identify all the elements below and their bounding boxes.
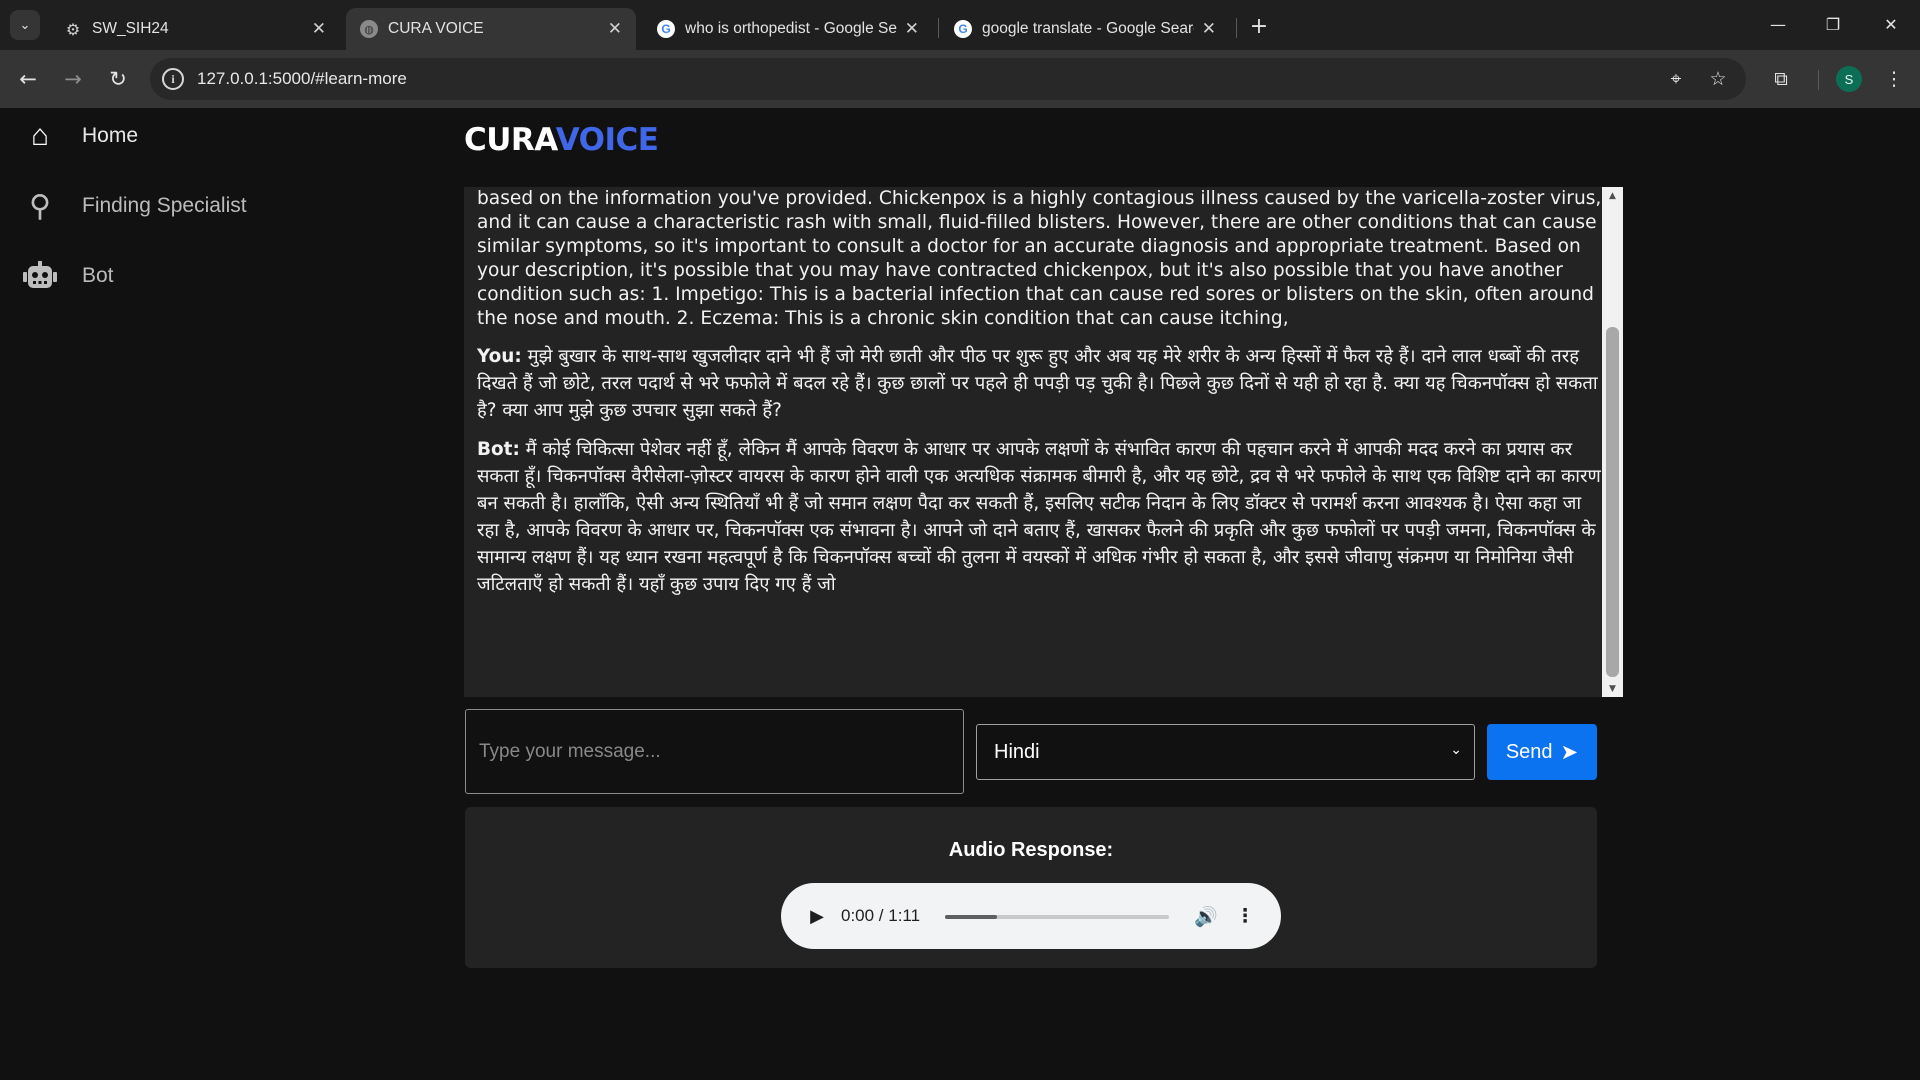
paper-plane-icon: ➤ <box>1560 740 1579 764</box>
volume-icon[interactable]: 🔊 <box>1192 902 1220 930</box>
minimize-icon: — <box>1770 14 1786 34</box>
sidebar-item-label: Finding Specialist <box>82 194 247 217</box>
minimize-button[interactable]: — <box>1755 8 1801 40</box>
address-bar[interactable]: i 127.0.0.1:5000/#learn-more ⌖ ☆ <box>150 58 1746 100</box>
message-speaker: You: <box>477 346 522 367</box>
sidebar-item-label: Bot <box>82 264 114 287</box>
brand-part-cura: CURA <box>464 122 556 158</box>
home-icon: ⌂ <box>30 119 50 152</box>
restore-button[interactable]: ❐ <box>1810 8 1856 40</box>
message-text: मैं कोई चिकित्सा पेशेवर नहीं हूँ, लेकिन … <box>477 439 1601 595</box>
search-icon: ⚲ <box>29 189 51 223</box>
close-icon[interactable]: ✕ <box>905 19 919 39</box>
sidebar-item-home[interactable]: ⌂ Home <box>22 118 138 154</box>
globe-icon: ◍ <box>360 20 378 38</box>
sidebar: ⌂ Home ⚲ Finding Specialist Bot <box>0 108 300 1080</box>
profile-avatar[interactable]: S <box>1836 66 1862 92</box>
chat-scrollbar[interactable]: ▲ ▼ <box>1602 187 1623 697</box>
page: ⌂ Home ⚲ Finding Specialist Bot CURAVOIC… <box>0 108 1920 1080</box>
selected-language: Hindi <box>994 740 1040 763</box>
location-pin-icon[interactable]: ⌖ <box>1664 67 1688 91</box>
restore-icon: ❐ <box>1825 14 1841 34</box>
new-tab-button[interactable]: + <box>1245 12 1273 40</box>
back-button[interactable]: ← <box>12 63 44 95</box>
message-text: based on the information you've provided… <box>477 188 1602 329</box>
reload-icon: ↻ <box>109 67 127 91</box>
scroll-down-arrow-icon[interactable]: ▼ <box>1602 680 1623 697</box>
message-text: मुझे बुखार के साथ-साथ खुजलीदार दाने भी ह… <box>477 346 1598 421</box>
toolbar-divider <box>1818 70 1819 90</box>
scrollbar-thumb[interactable] <box>1606 327 1619 677</box>
close-icon[interactable]: ✕ <box>1202 19 1216 39</box>
star-icon[interactable]: ☆ <box>1706 67 1730 91</box>
chat-history[interactable]: based on the information you've provided… <box>464 187 1623 697</box>
audio-progress-bar[interactable] <box>945 915 1169 919</box>
google-icon: G <box>954 20 972 38</box>
gear-icon: ⚙ <box>65 19 81 39</box>
chat-message-user: You: मुझे बुखार के साथ-साथ खुजलीदार दाने… <box>477 343 1602 424</box>
chat-message-bot: based on the information you've provided… <box>477 187 1602 331</box>
scroll-up-arrow-icon[interactable]: ▲ <box>1602 187 1623 204</box>
audio-response-panel: Audio Response: ▶ 0:00 / 1:11 🔊 ⋮ <box>465 807 1597 968</box>
audio-player[interactable]: ▶ 0:00 / 1:11 🔊 ⋮ <box>781 883 1281 949</box>
language-select[interactable]: Hindi ⌄ <box>976 724 1475 780</box>
tab-title: google translate - Google Searc <box>982 20 1194 37</box>
tab-cura-voice[interactable]: ◍ CURA VOICE ✕ <box>346 8 636 50</box>
message-input[interactable]: Type your message... <box>465 709 964 794</box>
tab-search-button[interactable]: ⌄ <box>10 10 40 40</box>
tab-sw-sih24[interactable]: ⚙ SW_SIH24 ✕ <box>50 8 340 50</box>
close-window-button[interactable]: ✕ <box>1868 8 1914 40</box>
robot-icon <box>22 258 58 294</box>
menu-kebab-icon[interactable]: ⋮ <box>1878 63 1910 95</box>
tab-translate-search[interactable]: G google translate - Google Searc ✕ <box>940 8 1230 50</box>
audio-progress-fill <box>945 915 997 919</box>
arrow-right-icon: → <box>64 67 82 91</box>
sidebar-item-finding-specialist[interactable]: ⚲ Finding Specialist <box>22 188 247 224</box>
chat-messages: based on the information you've provided… <box>477 187 1602 610</box>
tab-divider <box>1236 18 1237 38</box>
tab-divider <box>938 18 939 38</box>
close-icon: ✕ <box>1884 14 1898 34</box>
tab-orthopedist-search[interactable]: G who is orthopedist - Google Sea ✕ <box>643 8 933 50</box>
site-info-icon[interactable]: i <box>162 68 184 90</box>
brand-logo: CURAVOICE <box>464 122 659 158</box>
sidebar-item-bot[interactable]: Bot <box>22 258 114 294</box>
sidebar-item-label: Home <box>82 124 139 147</box>
tab-title: CURA VOICE <box>388 20 484 37</box>
browser-toolbar: ← → ↻ i 127.0.0.1:5000/#learn-more ⌖ ☆ ⧉… <box>0 50 1920 108</box>
extensions-puzzle-icon[interactable]: ⧉ <box>1765 63 1797 95</box>
arrow-left-icon: ← <box>19 67 37 91</box>
tab-title: who is orthopedist - Google Sea <box>685 20 897 37</box>
tab-bar: ⌄ ⚙ SW_SIH24 ✕ ◍ CURA VOICE ✕ G who is o… <box>0 0 1920 50</box>
url-text[interactable]: 127.0.0.1:5000/#learn-more <box>197 69 407 89</box>
close-icon[interactable]: ✕ <box>312 19 326 39</box>
reload-button[interactable]: ↻ <box>102 63 134 95</box>
send-button-label: Send <box>1505 740 1553 763</box>
message-speaker: Bot: <box>477 439 520 460</box>
more-options-icon[interactable]: ⋮ <box>1236 902 1255 930</box>
audio-time: 0:00 / 1:11 <box>841 906 921 925</box>
chevron-down-icon: ⌄ <box>19 17 31 33</box>
forward-button[interactable]: → <box>57 63 89 95</box>
play-icon[interactable]: ▶ <box>808 904 826 928</box>
audio-response-title: Audio Response: <box>948 839 1114 861</box>
chevron-down-icon: ⌄ <box>1450 741 1462 757</box>
google-icon: G <box>657 20 675 38</box>
chat-message-bot: Bot: मैं कोई चिकित्सा पेशेवर नहीं हूँ, ल… <box>477 436 1602 598</box>
close-icon[interactable]: ✕ <box>608 19 622 39</box>
plus-icon: + <box>1249 13 1269 39</box>
robot-icon-svg <box>23 261 57 288</box>
send-button[interactable]: Send ➤ <box>1487 724 1597 780</box>
tab-title: SW_SIH24 <box>92 20 169 37</box>
brand-part-voice: VOICE <box>555 122 659 158</box>
